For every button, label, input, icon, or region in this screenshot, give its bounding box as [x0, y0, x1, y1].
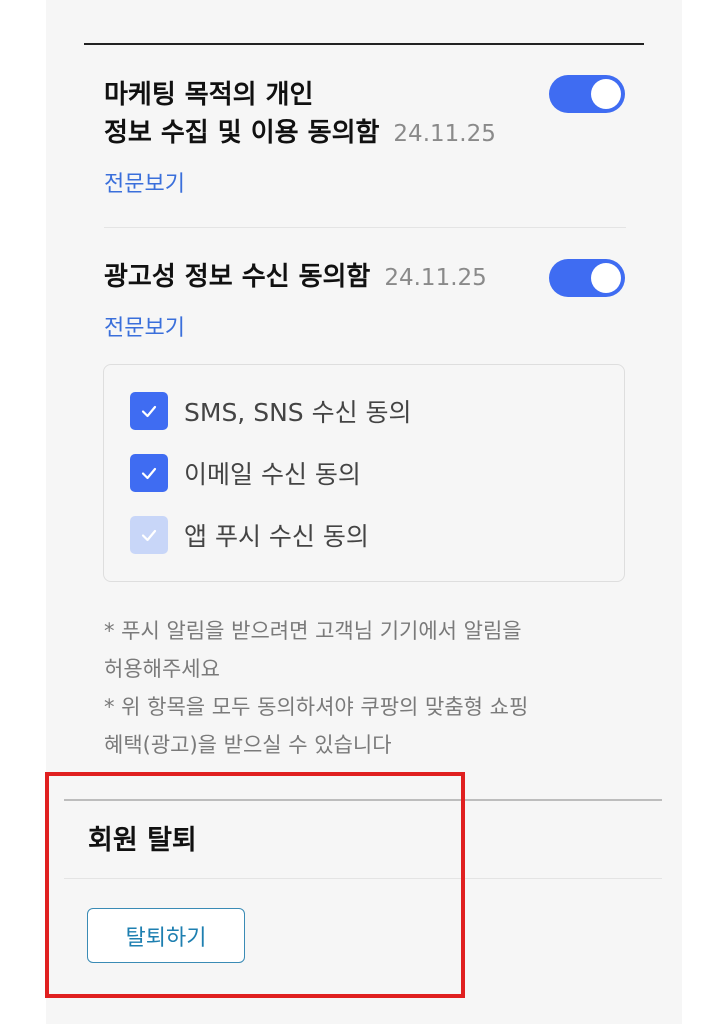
- sms-sns-option[interactable]: SMS, SNS 수신 동의: [130, 391, 412, 431]
- marketing-consent-date: 24.11.25: [393, 121, 496, 147]
- item-divider: [64, 878, 662, 879]
- note-line: * 위 항목을 모두 동의하셔야 쿠팡의 맞춤형 쇼핑: [104, 695, 529, 719]
- email-option[interactable]: 이메일 수신 동의: [130, 453, 361, 493]
- app-push-option[interactable]: 앱 푸시 수신 동의: [130, 515, 369, 555]
- marketing-consent-title-line2: 정보 수집 및 이용 동의함: [104, 118, 380, 148]
- ad-consent-title: 광고성 정보 수신 동의함: [104, 262, 371, 292]
- check-icon[interactable]: [130, 392, 168, 430]
- note-line: 허용해주세요: [104, 657, 220, 681]
- note-line: 혜택(광고)을 받으실 수 있습니다: [104, 733, 392, 757]
- check-icon[interactable]: [130, 454, 168, 492]
- ad-channel-options: SMS, SNS 수신 동의 이메일 수신 동의 앱 푸시 수신 동의: [103, 364, 625, 582]
- toggle-knob: [591, 263, 621, 293]
- section-divider: [64, 799, 662, 801]
- option-label: 앱 푸시 수신 동의: [184, 522, 369, 551]
- section-divider: [84, 43, 644, 45]
- ad-consent-date: 24.11.25: [384, 265, 487, 291]
- option-label: 이메일 수신 동의: [184, 460, 361, 489]
- note-line: * 푸시 알림을 받으려면 고객님 기기에서 알림을: [104, 619, 522, 643]
- marketing-consent-title: 마케팅 목적의 개인 정보 수집 및 이용 동의함 24.11.25: [104, 76, 496, 153]
- withdrawal-title: 회원 탈퇴: [88, 825, 197, 856]
- toggle-knob: [591, 79, 621, 109]
- option-label: SMS, SNS 수신 동의: [184, 398, 412, 427]
- marketing-consent-title-line1: 마케팅 목적의 개인: [104, 80, 314, 110]
- item-divider: [104, 227, 626, 228]
- withdraw-button[interactable]: 탈퇴하기: [87, 908, 245, 963]
- marketing-consent-toggle[interactable]: [549, 75, 625, 113]
- ad-consent-full-text-link[interactable]: 전문보기: [104, 310, 185, 342]
- ad-consent-toggle[interactable]: [549, 259, 625, 297]
- check-icon[interactable]: [130, 516, 168, 554]
- push-note: * 푸시 알림을 받으려면 고객님 기기에서 알림을 허용해주세요 * 위 항목…: [104, 612, 634, 764]
- marketing-consent-full-text-link[interactable]: 전문보기: [104, 166, 185, 198]
- ad-consent-title-row: 광고성 정보 수신 동의함 24.11.25: [104, 258, 487, 297]
